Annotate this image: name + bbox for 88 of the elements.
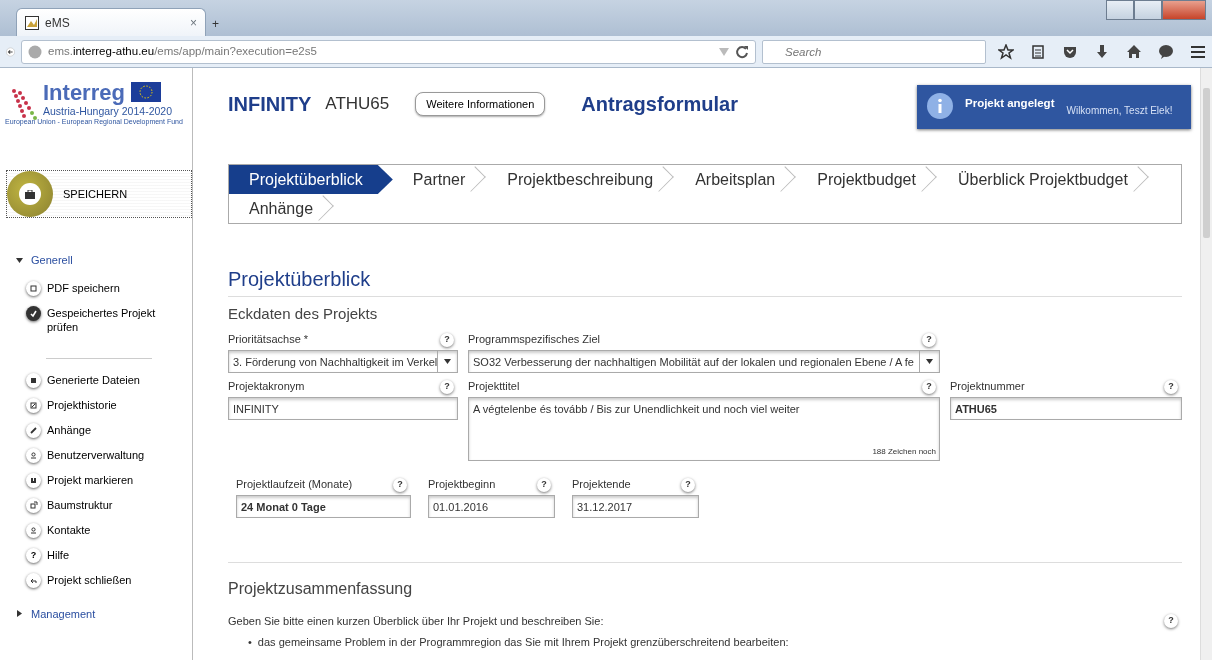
sidebar-item[interactable]: ? Hilfe [26, 547, 166, 573]
caret-right-icon [16, 610, 23, 618]
search-field[interactable]: Search [762, 39, 986, 64]
sidebar-item[interactable]: PDF speichern [26, 280, 166, 306]
help-icon: ? [26, 547, 41, 563]
help-icon[interactable]: ? [440, 379, 454, 394]
bookmark-icon [26, 472, 41, 488]
eu-flag-icon [130, 82, 161, 102]
info-icon [927, 93, 953, 119]
caret-down-icon [444, 358, 451, 364]
notification-text: Projekt angelegt [965, 96, 1055, 111]
sidebar-item[interactable]: Generierte Dateien [26, 372, 166, 398]
field-label: Programmspezifisches Ziel [468, 332, 601, 348]
caret-down-icon [926, 358, 933, 364]
field-label: Projektende [572, 477, 631, 493]
field-label: Projekttitel [468, 379, 520, 395]
info-button[interactable]: Weitere Informationen [415, 91, 546, 117]
help-icon[interactable]: ? [922, 332, 936, 347]
minimize-button[interactable] [1106, 0, 1134, 20]
reload-icon[interactable] [735, 44, 749, 59]
menu-icon[interactable] [1190, 43, 1206, 60]
sidebar-item[interactable]: Projekt markieren [26, 472, 166, 498]
close-icon[interactable]: × [190, 13, 197, 32]
field-label: Projektbeginn [428, 477, 496, 493]
welcome-text: Wilkommen, Teszt Elek! [1066, 104, 1173, 118]
input-field[interactable]: 24 Monat 0 Tage [236, 494, 411, 518]
textarea-field[interactable]: A végtelenbe és tovább / Bis zur Unendlichkeit und noch viel weiter 188 Zeichen noch [468, 396, 940, 461]
logo-region: Austria-Hungary 2014-2020 [43, 105, 173, 117]
new-tab-button[interactable]: + [212, 15, 219, 33]
help-icon[interactable]: ? [1164, 379, 1178, 394]
sidebar-item[interactable]: Projekt schließen [26, 572, 166, 598]
check-icon [26, 305, 41, 321]
home-icon[interactable] [1126, 43, 1142, 60]
help-icon[interactable]: ? [681, 477, 695, 492]
dotted-logo-icon [10, 87, 40, 121]
form-title: Antragsformular [581, 92, 738, 117]
chat-icon[interactable] [1158, 43, 1174, 60]
sidebar-item[interactable]: Kontakte [26, 522, 166, 548]
sidebar-item[interactable]: Benutzerverwaltung [26, 447, 166, 473]
summary-title: Projektzusammenfassung [228, 578, 414, 599]
input-field[interactable]: 01.01.2016 [428, 494, 555, 518]
user-icon [26, 447, 41, 463]
help-icon[interactable]: ? [922, 379, 936, 394]
section-subtitle: Eckdaten des Projekts [228, 304, 379, 324]
group-toggle[interactable]: Generell [16, 252, 73, 269]
undo-icon [26, 572, 41, 588]
favicon-icon [25, 15, 39, 30]
input-field[interactable]: ATHU65 [950, 396, 1182, 420]
field-label: Projektlaufzeit (Monate) [236, 477, 353, 493]
reading-list-icon[interactable] [1030, 43, 1046, 60]
field-label: Projektnummer [950, 379, 1025, 395]
address-bar[interactable]: ems.interreg-athu.eu/ems/app/main?execution=e2s5 [21, 39, 756, 64]
group-toggle[interactable]: Management [16, 605, 96, 622]
save-icon [7, 171, 53, 217]
character-counter: 188 Zeichen noch [872, 445, 936, 458]
help-icon[interactable]: ? [440, 332, 454, 347]
maximize-button[interactable] [1134, 0, 1162, 20]
sidebar-item[interactable]: Anhänge [26, 422, 166, 448]
select-field[interactable]: 3. Förderung von Nachhaltigkeit im Verkel [228, 349, 458, 373]
section-title: Projektüberblick [228, 264, 1182, 297]
sidebar-item[interactable]: Projekthistorie [26, 397, 166, 423]
sidebar-item[interactable]: Gespeichertes Projekt prüfen [26, 305, 166, 344]
globe-icon [28, 44, 42, 59]
project-number: ATHU65 [325, 93, 390, 116]
printer-icon [26, 280, 41, 296]
sidebar-item[interactable]: Baumstruktur [26, 497, 166, 523]
step-tab[interactable]: Projektüberblick [229, 165, 393, 194]
field-label: Projektakronym [228, 379, 305, 395]
url-text: ems.interreg-athu.eu/ems/app/main?execution=e2s5 [48, 43, 318, 59]
intro-text: Geben Sie bitte einen kurzen Überblick über Ihr Projekt und beschreiben Sie: [228, 613, 604, 629]
help-icon[interactable]: ? [1164, 613, 1178, 628]
input-field[interactable]: 31.12.2017 [572, 494, 699, 518]
help-icon[interactable]: ? [537, 477, 551, 492]
bullet-marker: • [248, 635, 252, 649]
tab-title: eMS [45, 14, 71, 32]
caret-down-icon [16, 256, 23, 264]
bullet-text: das gemeinsame Problem in der Programmregion das Sie mit Ihrem Projekt grenzüberschreitend bearbeiten: [257, 635, 789, 649]
scrollbar[interactable] [1200, 68, 1212, 660]
field-label: Prioritätsachse * [228, 332, 309, 348]
bookmark-star-icon[interactable] [998, 43, 1014, 60]
project-acronym: INFINITY [228, 92, 312, 117]
download-icon[interactable] [1094, 43, 1110, 60]
logo-wordmark: Interreg [43, 82, 125, 104]
input-field[interactable]: INFINITY [228, 396, 458, 420]
user-icon [26, 522, 41, 538]
select-field[interactable]: SO32 Verbesserung der nachhaltigen Mobilität auf der lokalen und regionalen Ebene / A fe [468, 349, 940, 373]
help-icon[interactable]: ? [393, 477, 407, 492]
browser-tab[interactable]: eMS × [16, 8, 206, 36]
